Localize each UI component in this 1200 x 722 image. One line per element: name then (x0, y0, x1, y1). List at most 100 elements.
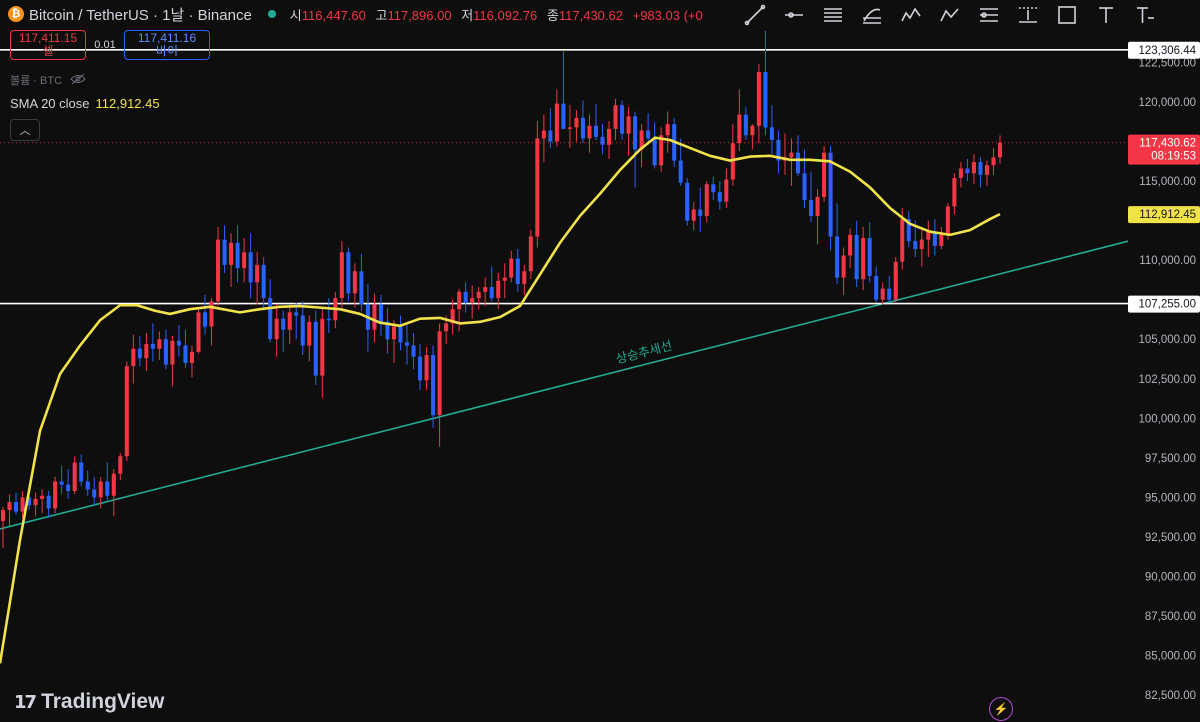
sma-value: 112,912.45 (95, 96, 160, 111)
sell-button[interactable]: 117,411.15 셀 (10, 30, 86, 60)
candle-body (85, 481, 90, 490)
candle-body (59, 481, 64, 485)
candle-body (300, 315, 305, 346)
candle-body (606, 128, 612, 145)
candle-body (809, 200, 814, 216)
horizontal-ray-icon[interactable] (781, 2, 807, 28)
text-format-icon[interactable] (1132, 2, 1158, 28)
candle-body (691, 209, 696, 221)
candle-body (743, 114, 748, 136)
candle-body (372, 304, 377, 330)
candle-body (424, 355, 429, 381)
candle-body (431, 355, 436, 416)
candle-body (541, 130, 546, 139)
candle-body (841, 255, 846, 278)
close-label: 종 (546, 7, 559, 23)
candle-body (476, 291, 481, 299)
open-value: 116,447.60 (301, 7, 366, 23)
candle-body (822, 152, 827, 197)
change-value: +983.03 (+0 (632, 7, 703, 23)
candle-body (418, 356, 423, 381)
symbol-header[interactable]: ₿ Bitcoin / TetherUS · 1날 · Binance 시116… (8, 4, 709, 24)
candle-body (320, 318, 325, 376)
candle-body (124, 366, 129, 457)
candle-body (118, 456, 123, 474)
collapse-legend-button[interactable]: ︿ (10, 119, 40, 141)
trend-line-icon[interactable] (742, 2, 768, 28)
candle-body (33, 498, 38, 506)
ohlc-readout: 시116,447.60 고117,896.00 저116,092.76 종117… (290, 5, 709, 24)
open-label: 시 (289, 7, 302, 23)
candle-body (339, 252, 344, 299)
candle-body (502, 277, 507, 281)
candle-body (189, 351, 194, 363)
bitcoin-logo-icon: ₿ (8, 6, 24, 22)
candle-body (46, 495, 51, 509)
candle-body (163, 339, 168, 365)
candle-body (633, 116, 638, 150)
candle-body (222, 239, 227, 265)
candle-body (900, 219, 905, 262)
tradingview-logo[interactable]: 𝟭𝟳 TradingView (14, 690, 164, 714)
lightning-icon[interactable]: ⚡ (989, 697, 1013, 721)
candle-body (620, 105, 625, 134)
candle-body (170, 340, 175, 365)
y-tick-label: 95,000.00 (1145, 492, 1196, 504)
candle-body (887, 288, 892, 300)
candle-body (724, 179, 729, 202)
candle-body (958, 168, 963, 178)
eye-hidden-icon[interactable] (70, 73, 86, 88)
candle-body (861, 238, 866, 280)
price-chart[interactable]: 125,000.00122,500.00120,000.00115,000.00… (0, 0, 1200, 722)
trendline-label: 상승추세선 (614, 338, 673, 367)
candle-body (183, 345, 188, 363)
candle-body (795, 152, 801, 174)
candle-body (991, 157, 996, 166)
candle-body (489, 287, 494, 299)
candle-body (665, 124, 670, 136)
candle-body (105, 481, 110, 496)
candle-body (567, 127, 572, 129)
candle-body (685, 182, 690, 221)
candle-body (769, 127, 774, 141)
abcd-pattern-icon[interactable] (937, 2, 963, 28)
candle-body (483, 287, 488, 292)
candle-body (307, 321, 312, 346)
y-tick-label: 102,500.00 (1138, 374, 1196, 386)
candle-body (528, 236, 533, 272)
drawing-toolbar (730, 0, 1200, 30)
candle-body (313, 321, 318, 376)
price-range-icon[interactable] (1015, 2, 1041, 28)
text-icon[interactable] (1093, 2, 1119, 28)
candle-body (176, 340, 181, 346)
y-tick-label: 110,000.00 (1139, 255, 1196, 267)
candle-body (646, 130, 651, 139)
y-tick-label: 85,000.00 (1145, 650, 1196, 662)
volume-indicator-row[interactable]: 볼륨 · BTC (10, 72, 86, 88)
volume-label: 볼륨 · BTC (10, 75, 63, 87)
sma-legend[interactable]: SMA 20 close 112,912.45 (10, 96, 160, 111)
candle-body (20, 497, 25, 512)
rectangle-icon[interactable] (1054, 2, 1080, 28)
candle-body (952, 177, 957, 207)
candle-body (535, 138, 540, 237)
candle-body (137, 348, 142, 359)
candle-body (965, 168, 970, 174)
y-tick-label: 97,500.00 (1145, 453, 1196, 465)
parallel-channel-icon[interactable] (820, 2, 846, 28)
candle-body (600, 136, 605, 145)
long-position-icon[interactable] (976, 2, 1002, 28)
candle-body (235, 242, 240, 269)
symbol-title[interactable]: Bitcoin / TetherUS · 1날 · Binance (29, 4, 252, 25)
elliott-wave-icon[interactable] (898, 2, 924, 28)
buy-button[interactable]: 117,411.16 바이 (124, 30, 210, 60)
sma-20-line (0, 136, 1001, 664)
candle-body (574, 117, 579, 128)
y-tick-label: 100,000.00 (1138, 413, 1196, 425)
candle-body (391, 326, 397, 340)
candle-body (444, 323, 449, 332)
candle-body (789, 152, 794, 158)
candle-body (98, 481, 103, 498)
candle-body (880, 288, 885, 300)
fib-retracement-icon[interactable] (859, 2, 885, 28)
